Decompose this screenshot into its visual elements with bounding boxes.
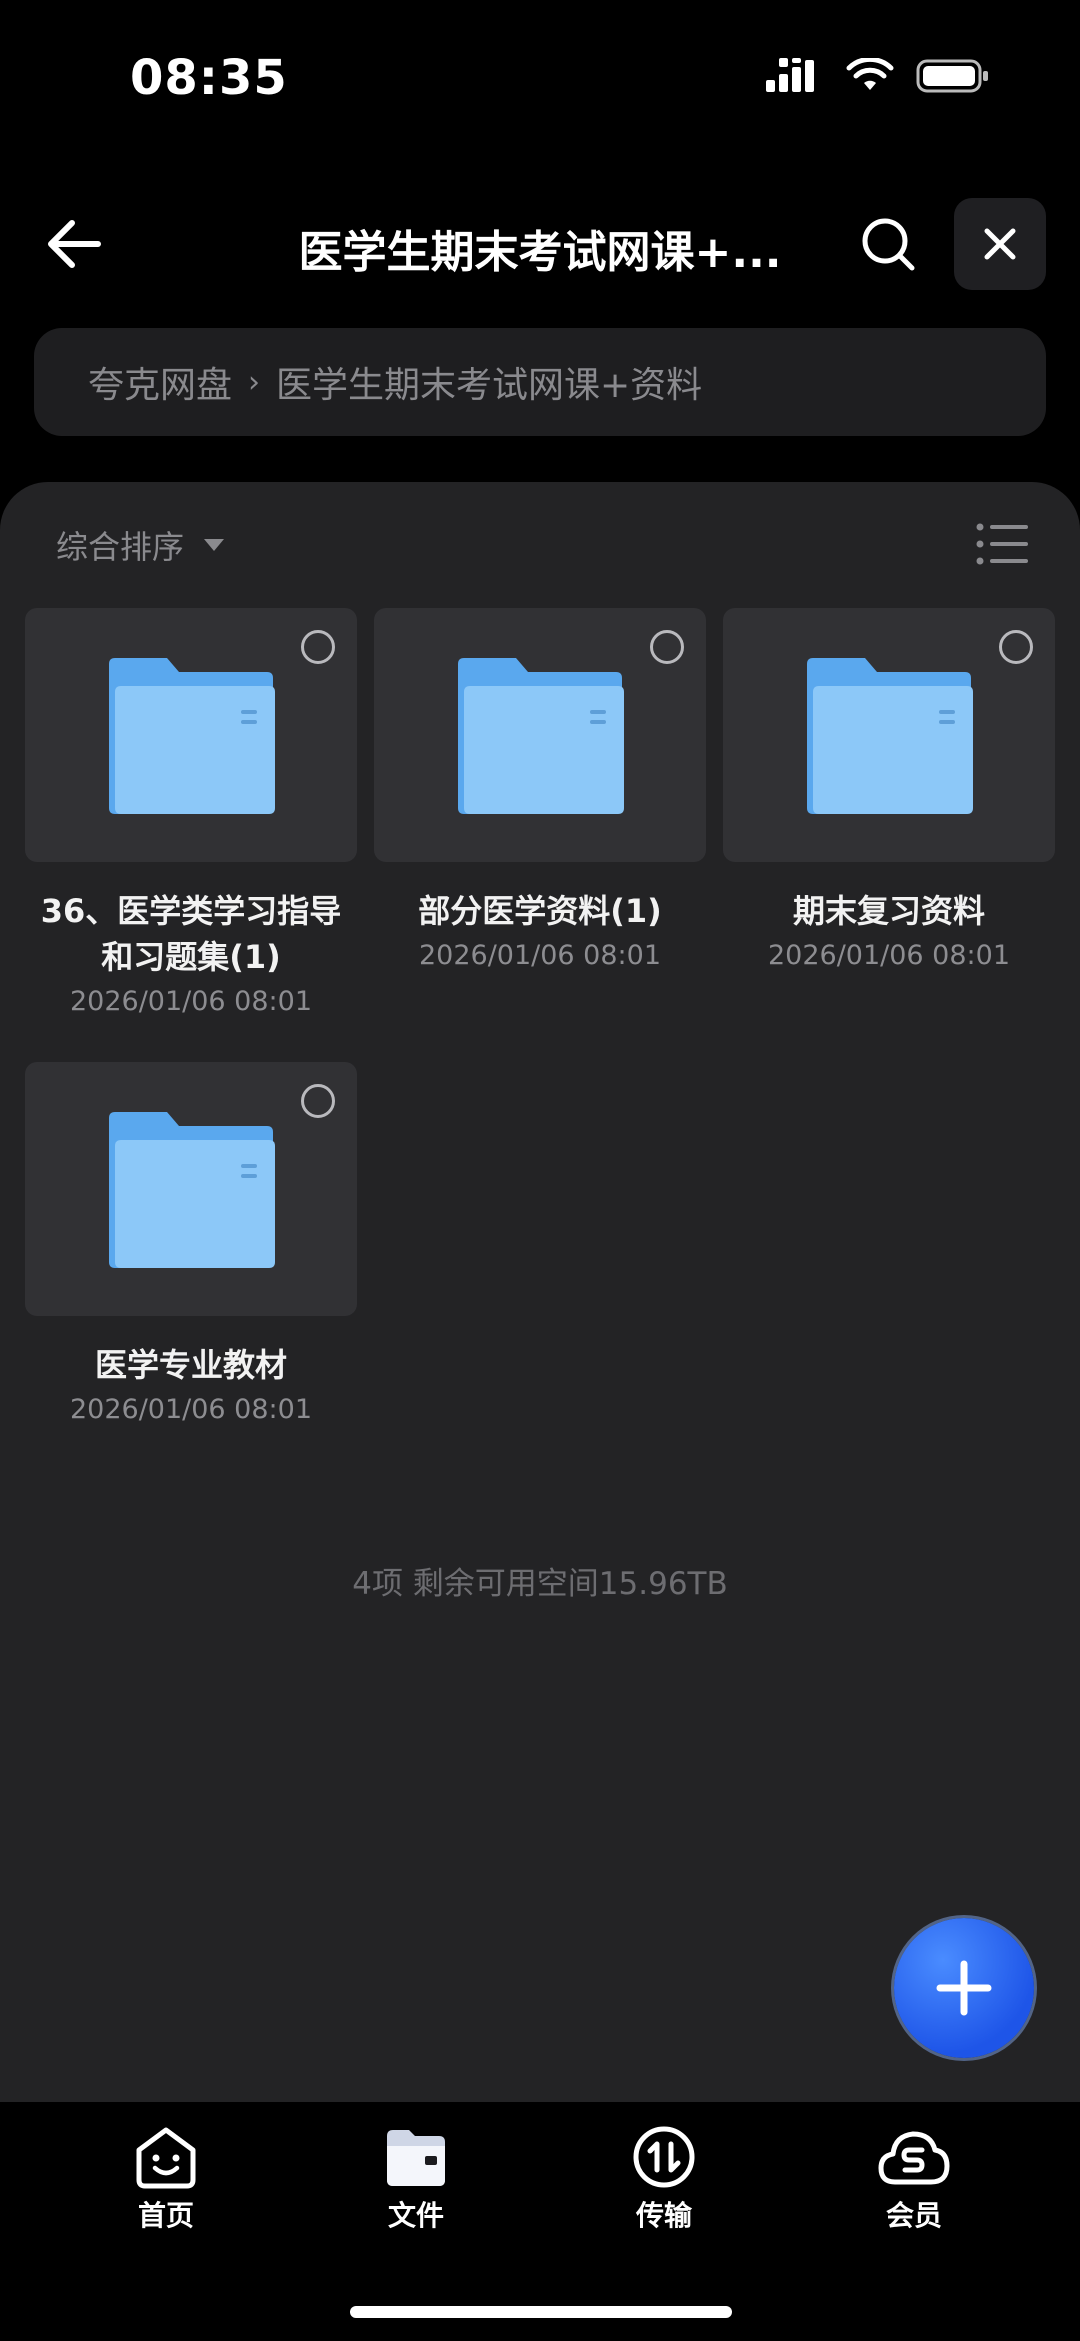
folder-name: 部分医学资料(1): [418, 892, 662, 930]
nav-label-files: 文件: [387, 2199, 444, 2232]
nav-label-transfer: 传输: [635, 2199, 692, 2232]
search-button[interactable]: [852, 208, 924, 280]
folder-thumbnail: [25, 608, 357, 862]
battery-icon: [916, 59, 988, 93]
breadcrumb-root[interactable]: 夸克网盘: [88, 356, 232, 408]
status-time: 08:35: [130, 50, 288, 106]
nav-label-vip: 会员: [885, 2199, 942, 2232]
folder-item[interactable]: 医学专业教材 2026/01/06 08:01: [25, 1062, 357, 1425]
folder-date: 2026/01/06 08:01: [418, 940, 661, 971]
cellular-signal-icon: [766, 58, 814, 92]
add-button[interactable]: [894, 1918, 1034, 2058]
list-view-toggle[interactable]: [976, 522, 1028, 566]
nav-item-files[interactable]: 文件: [336, 2124, 496, 2234]
wifi-icon: [846, 58, 894, 90]
folder-item[interactable]: 部分医学资料(1) 2026/01/06 08:01: [374, 608, 706, 971]
folder-item[interactable]: 36、医学类学习指导和习题集(1) 2026/01/06 08:01: [25, 608, 357, 1017]
close-icon: [984, 228, 1016, 260]
arrow-left-icon: [48, 220, 101, 268]
folder-date: 2026/01/06 08:01: [69, 1394, 312, 1425]
transfer-icon: [633, 2126, 695, 2188]
folder-icon: [807, 658, 973, 814]
folder-thumbnail: [374, 608, 706, 862]
nav-label-home: 首页: [137, 2199, 194, 2232]
folder-date: 2026/01/06 08:01: [767, 940, 1010, 971]
smile-face-icon: [136, 2127, 196, 2189]
folder-name: 医学专业教材: [94, 1346, 287, 1384]
search-icon: [862, 218, 915, 271]
header: 医学生期末考试网课+...: [0, 190, 1080, 300]
breadcrumb-separator: ›: [248, 364, 261, 400]
file-list-panel: 综合排序 36、医学类学习指导和习题集(1) 2026/01/06 08:01 …: [0, 482, 1080, 2102]
nav-item-home[interactable]: 首页: [86, 2124, 246, 2234]
vip-cloud-icon: [878, 2131, 950, 2185]
home-indicator: [350, 2306, 732, 2318]
close-button[interactable]: [954, 198, 1046, 290]
page-title: 医学生期末考试网课+...: [298, 227, 782, 278]
plus-icon: [936, 1960, 992, 2016]
select-checkbox[interactable]: [301, 630, 335, 664]
storage-summary: 4项 剩余可用空间15.96TB: [352, 1566, 728, 1602]
folder-date: 2026/01/06 08:01: [69, 986, 312, 1017]
folder-thumbnail: [723, 608, 1055, 862]
caret-down-icon: [204, 539, 225, 551]
folder-item[interactable]: 期末复习资料 2026/01/06 08:01: [723, 608, 1055, 971]
list-view-icon: [976, 523, 1028, 565]
select-checkbox[interactable]: [999, 630, 1033, 664]
nav-item-vip[interactable]: 会员: [834, 2124, 994, 2234]
folder-icon: [458, 658, 624, 814]
sort-label: 综合排序: [56, 528, 185, 566]
folder-icon: [387, 2130, 445, 2186]
nav-item-transfer[interactable]: 传输: [584, 2124, 744, 2234]
status-bar: 08:35: [0, 0, 1080, 160]
select-checkbox[interactable]: [301, 1084, 335, 1118]
folder-icon: [109, 1112, 275, 1268]
folder-name: 期末复习资料: [792, 892, 985, 930]
status-icons: [766, 58, 990, 94]
sort-dropdown[interactable]: 综合排序: [56, 522, 225, 568]
folder-icon: [109, 658, 275, 814]
folder-name: 36、医学类学习指导和习题集(1): [40, 892, 342, 976]
breadcrumb-current: 医学生期末考试网课+资料: [276, 365, 703, 406]
breadcrumb: 夸克网盘 › 医学生期末考试网课+资料: [34, 328, 1046, 436]
select-checkbox[interactable]: [650, 630, 684, 664]
back-button[interactable]: [38, 208, 110, 280]
folder-thumbnail: [25, 1062, 357, 1316]
app-screen: 08:35 医学生期末考试网课+... 夸克网盘 › 医学生期末考试网课+资料 …: [0, 0, 1080, 2341]
